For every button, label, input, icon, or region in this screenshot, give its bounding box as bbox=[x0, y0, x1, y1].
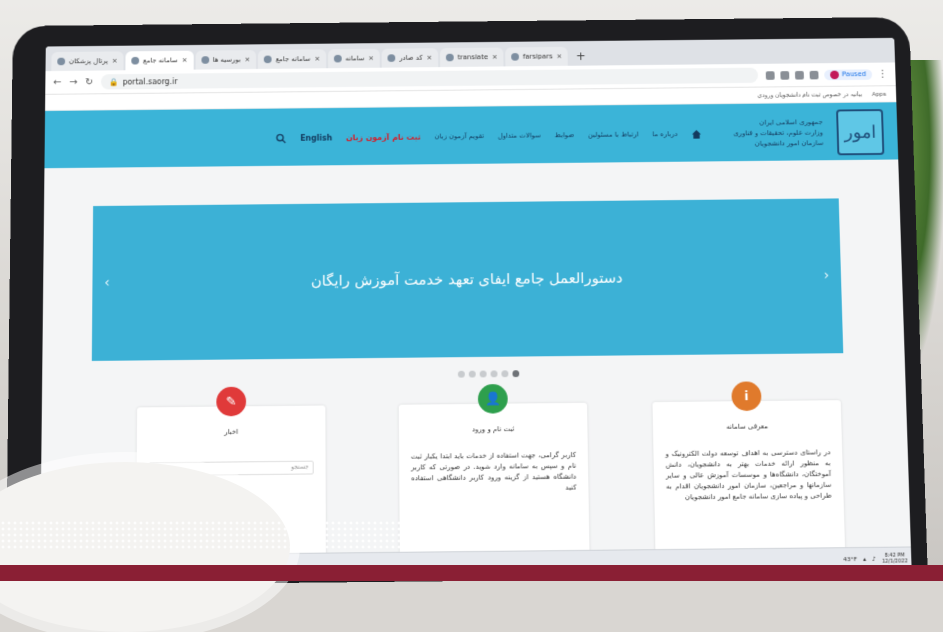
wifi-icon[interactable]: ▴ bbox=[863, 555, 866, 562]
close-tab-icon[interactable]: × bbox=[182, 56, 188, 64]
slider-dot[interactable] bbox=[458, 371, 465, 378]
browser-tab[interactable]: پرتال پزشکان × bbox=[51, 51, 123, 71]
lock-icon: 🔒 bbox=[109, 77, 119, 86]
slider-caption[interactable]: دستورالعمل جامع ایفای تعهد خدمت آموزش را… bbox=[311, 269, 623, 290]
browser-tab[interactable]: سامانه × bbox=[328, 49, 380, 68]
news-icon: ✎ bbox=[216, 387, 246, 417]
slider-dot[interactable] bbox=[480, 371, 487, 378]
slider-next-icon[interactable]: › bbox=[823, 268, 829, 284]
browser-tab[interactable]: سامانه جامع × bbox=[258, 49, 326, 69]
slider-dot[interactable] bbox=[491, 370, 498, 377]
browser-tab[interactable]: بورسیه ها × bbox=[195, 50, 256, 70]
slider-dot-active[interactable] bbox=[512, 370, 519, 377]
tab-favicon-icon bbox=[388, 54, 396, 62]
bookmark-item[interactable]: بیانیه در خصوص ثبت نام دانشجویان ورودی bbox=[757, 91, 862, 99]
url-text: portal.saorg.ir bbox=[123, 77, 178, 86]
extension-icon[interactable] bbox=[766, 71, 775, 80]
weather-text[interactable]: 43°F bbox=[843, 556, 857, 563]
reload-icon[interactable]: ↻ bbox=[85, 77, 93, 88]
decorative-red-bar bbox=[0, 565, 943, 581]
close-tab-icon[interactable]: × bbox=[112, 57, 118, 65]
english-link[interactable]: English bbox=[300, 133, 332, 142]
puzzle-icon[interactable] bbox=[810, 70, 819, 79]
close-tab-icon[interactable]: × bbox=[245, 56, 251, 64]
info-icon: i bbox=[731, 381, 761, 411]
hero-slider[interactable]: ‹ دستورالعمل جامع ایفای تعهد خدمت آموزش … bbox=[92, 198, 843, 361]
back-arrow-icon[interactable]: ← bbox=[53, 77, 61, 88]
tab-favicon-icon bbox=[131, 57, 139, 65]
close-tab-icon[interactable]: × bbox=[368, 55, 374, 63]
browser-tab[interactable]: کد صادر × bbox=[382, 48, 438, 67]
card-body: کاربر گرامی، جهت استفاده از خدمات باید ا… bbox=[411, 450, 577, 495]
card-title: ثبت نام و ورود bbox=[399, 424, 588, 434]
extension-icon[interactable] bbox=[795, 70, 804, 79]
main-nav: درباره ما ارتباط با مسئولین ضوابط سوالات… bbox=[276, 129, 702, 144]
address-bar[interactable]: 🔒 portal.saorg.ir bbox=[101, 68, 758, 90]
close-tab-icon[interactable]: × bbox=[556, 53, 562, 61]
avatar bbox=[830, 70, 839, 79]
search-icon[interactable] bbox=[276, 133, 287, 144]
browser-tab[interactable]: farsipars × bbox=[505, 47, 568, 67]
tab-favicon-icon bbox=[264, 56, 272, 64]
decorative-dot-band bbox=[0, 520, 560, 550]
profile-button[interactable]: Paused bbox=[824, 69, 872, 80]
clock[interactable]: 8:42 PM 12/1/2022 bbox=[882, 552, 908, 564]
site-logo[interactable]: امور bbox=[836, 109, 884, 155]
menu-dots-icon[interactable]: ⋮ bbox=[878, 69, 888, 80]
nav-item-exam-calendar[interactable]: تقویم آزمون زبان bbox=[434, 132, 484, 140]
system-tray: 43°F ▴ ♪ 8:42 PM 12/1/2022 ▭ bbox=[843, 552, 912, 565]
tab-favicon-icon bbox=[334, 55, 342, 63]
close-tab-icon[interactable]: × bbox=[426, 54, 432, 62]
tab-favicon-icon bbox=[57, 58, 65, 66]
bookmark-item[interactable]: Apps bbox=[872, 91, 887, 98]
tab-favicon-icon bbox=[446, 54, 454, 62]
browser-tab[interactable]: translate × bbox=[440, 48, 504, 68]
user-icon: 👤 bbox=[478, 384, 508, 414]
card-title: معرفی سامانه bbox=[653, 422, 842, 432]
close-tab-icon[interactable]: × bbox=[492, 53, 498, 61]
org-name: جمهوری اسلامی ایران وزارت علوم، تحقیقات … bbox=[715, 117, 823, 150]
nav-item-about[interactable]: درباره ما bbox=[652, 130, 677, 138]
card-body: در راستای دسترسی به اهداف توسعه دولت الک… bbox=[665, 447, 831, 503]
slider-prev-icon[interactable]: ‹ bbox=[104, 275, 110, 291]
slider-dots bbox=[458, 370, 519, 377]
nav-item-rules[interactable]: ضوابط bbox=[554, 131, 574, 139]
card-title: اخبار bbox=[137, 427, 326, 437]
slider-dot[interactable] bbox=[469, 371, 476, 378]
register-exam-link[interactable]: ثبت نام آزمون زبان bbox=[346, 132, 421, 141]
slider-dot[interactable] bbox=[501, 370, 508, 377]
extension-icon[interactable] bbox=[780, 71, 789, 80]
card-about: i معرفی سامانه در راستای دسترسی به اهداف… bbox=[652, 400, 845, 570]
nav-item-faq[interactable]: سوالات متداول bbox=[498, 132, 541, 140]
forward-arrow-icon[interactable]: → bbox=[69, 77, 77, 88]
tab-favicon-icon bbox=[511, 53, 519, 61]
nav-item-contact[interactable]: ارتباط با مسئولین bbox=[588, 131, 639, 139]
volume-icon[interactable]: ♪ bbox=[872, 555, 876, 562]
home-icon[interactable] bbox=[691, 129, 702, 140]
new-tab-button[interactable]: + bbox=[570, 47, 592, 66]
tab-favicon-icon bbox=[201, 56, 209, 64]
browser-tab-active[interactable]: سامانه جامع × bbox=[125, 51, 193, 71]
close-tab-icon[interactable]: × bbox=[314, 55, 320, 63]
